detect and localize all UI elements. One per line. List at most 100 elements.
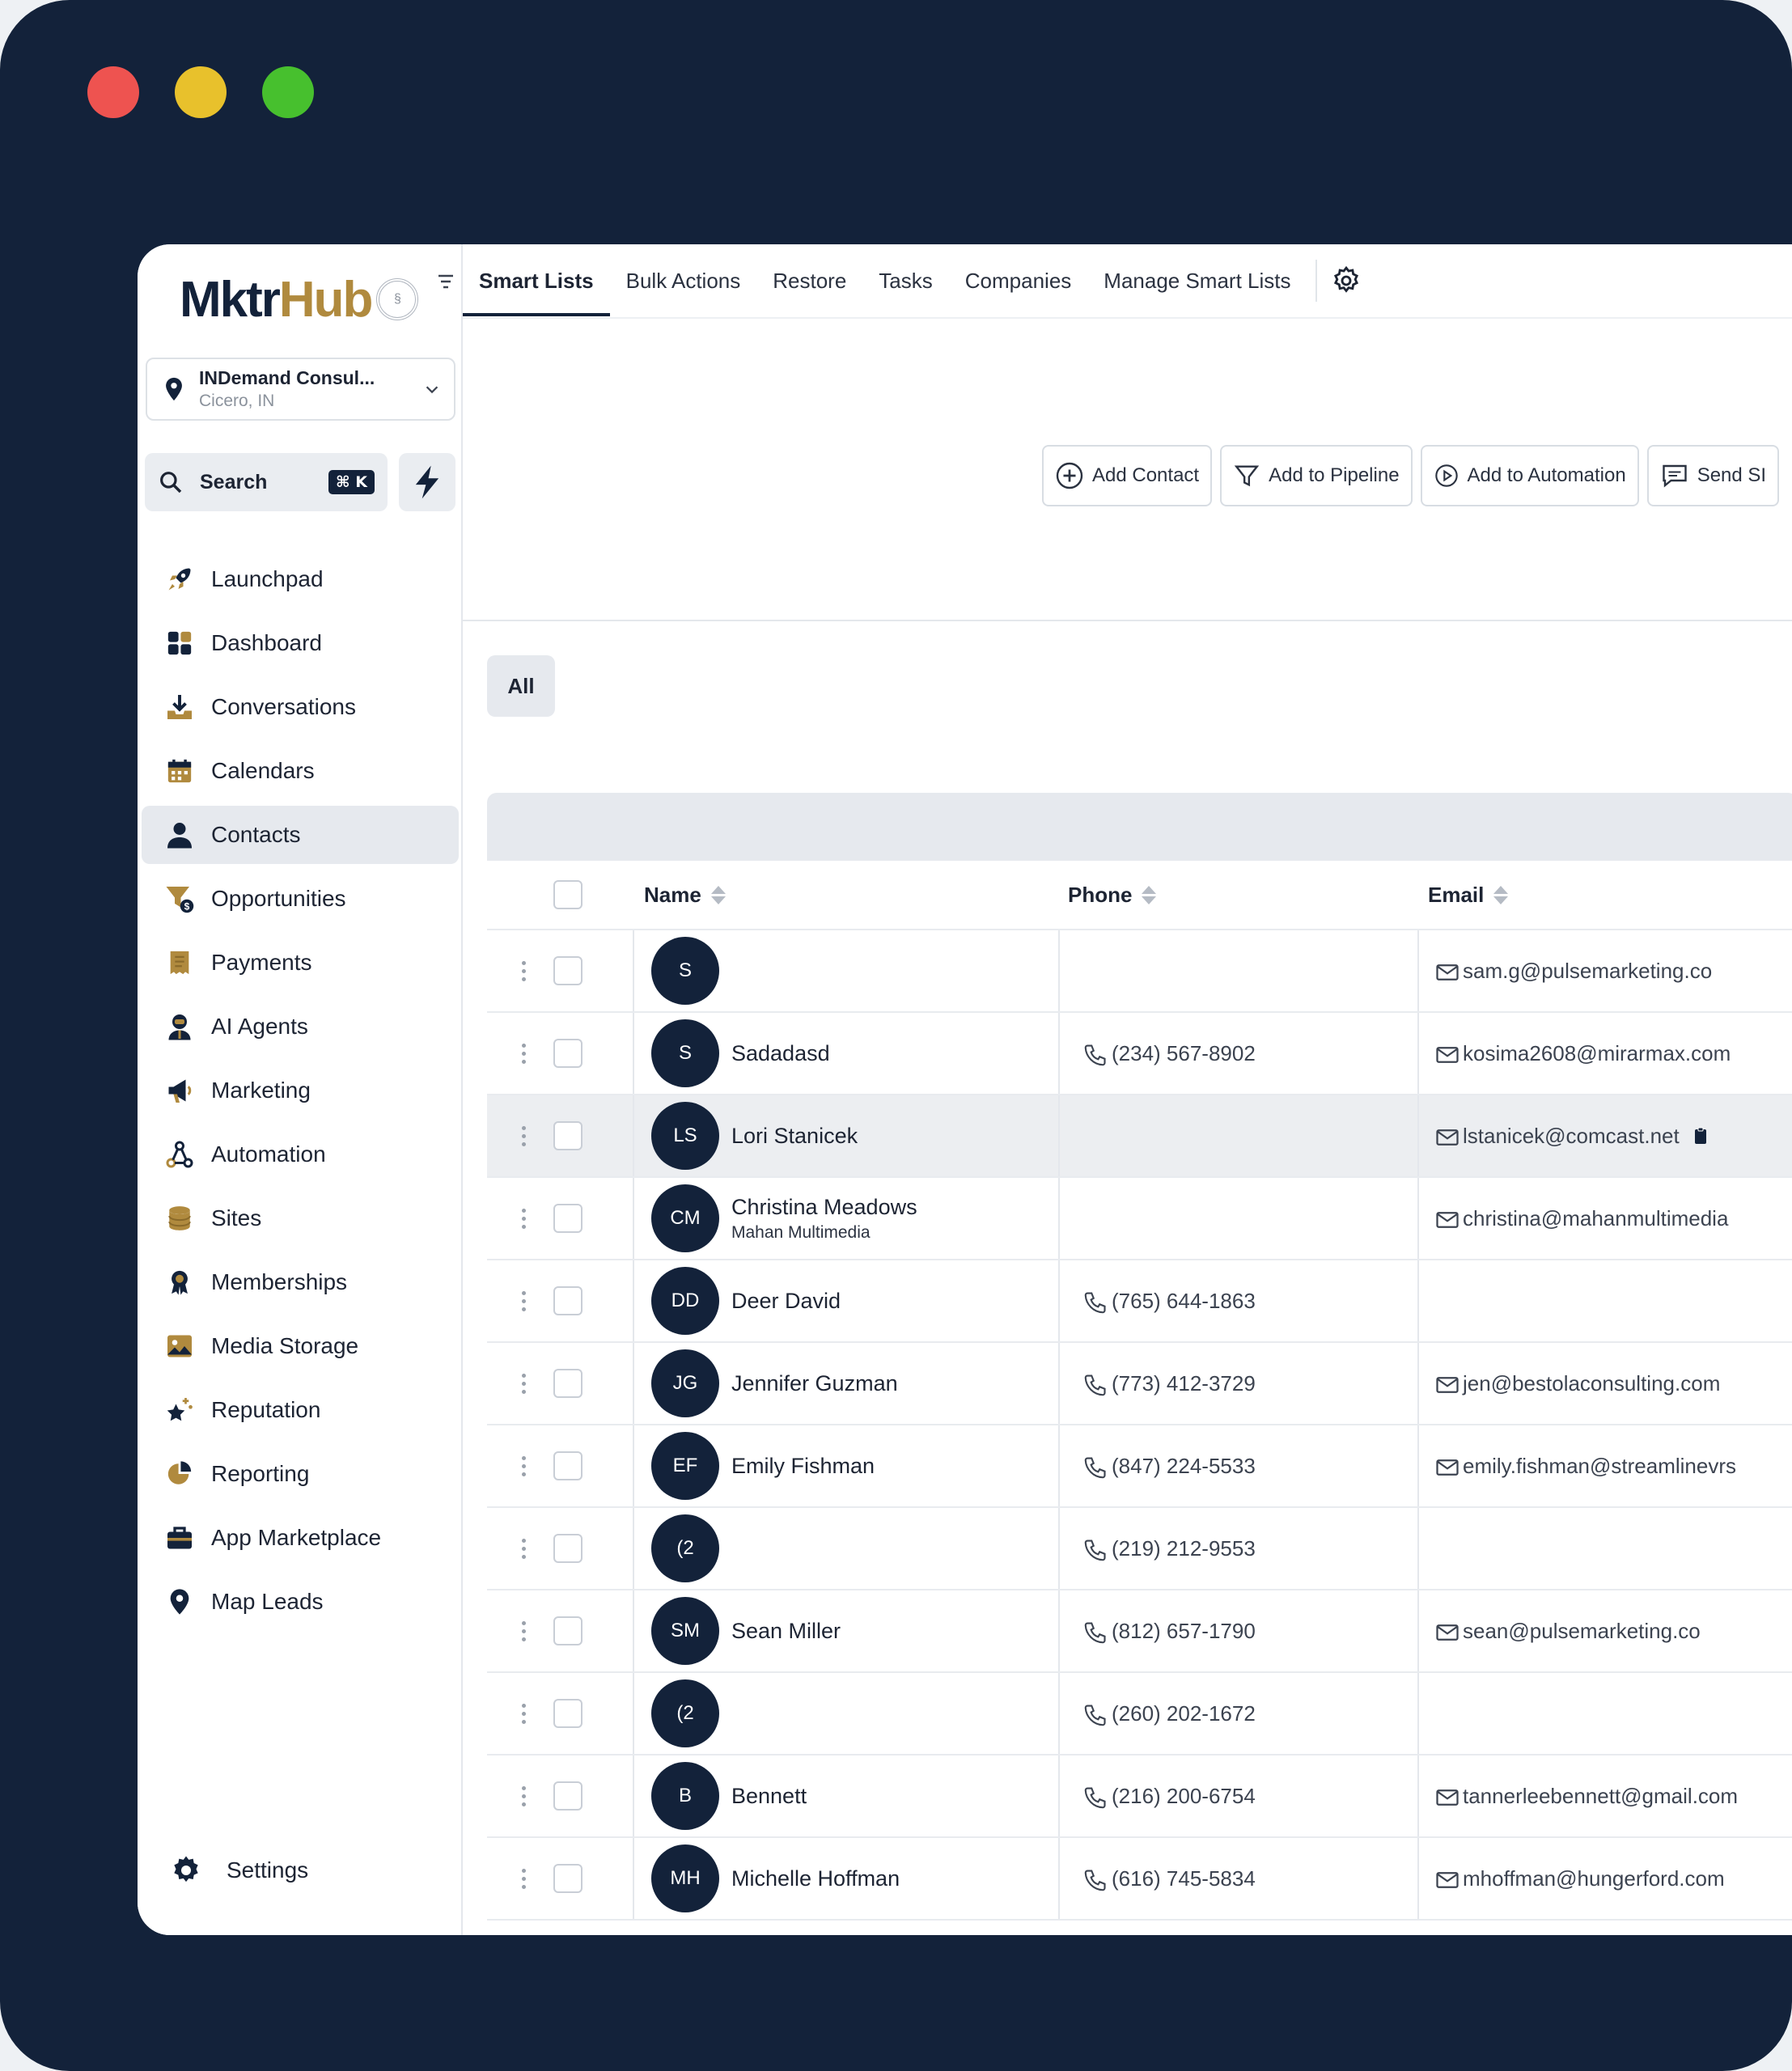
account-switcher[interactable]: INDemand Consul... Cicero, IN [146, 358, 455, 421]
table-row[interactable]: DD Deer David (765) 644-1863 [487, 1260, 1792, 1343]
row-menu-icon[interactable] [521, 1868, 526, 1889]
minimize-window-dot[interactable] [175, 66, 227, 118]
settings-gear-icon[interactable] [1330, 265, 1362, 297]
name-column-header[interactable]: Name [644, 861, 726, 929]
contact-name-link[interactable]: Lori Stanicek [731, 1124, 858, 1149]
avatar[interactable]: S [651, 937, 719, 1005]
sidebar-item-calendars[interactable]: Calendars [142, 742, 459, 800]
avatar[interactable]: DD [651, 1267, 719, 1335]
add-to-automation-button[interactable]: Add to Automation [1420, 445, 1639, 506]
contact-phone[interactable]: (219) 212-9553 [1082, 1534, 1256, 1563]
row-checkbox[interactable] [553, 1369, 583, 1398]
contact-phone[interactable]: (216) 200-6754 [1082, 1781, 1256, 1811]
contact-email[interactable]: sam.g@pulsemarketing.co [1435, 957, 1712, 985]
mktrhub-logo[interactable]: Mktr Hub § [180, 267, 419, 332]
contact-name-link[interactable]: Emily Fishman [731, 1454, 875, 1479]
row-menu-icon[interactable] [521, 1703, 526, 1724]
table-row[interactable]: Ssam.g@pulsemarketing.co [487, 930, 1792, 1013]
contact-email[interactable]: jen@bestolaconsulting.com [1435, 1370, 1720, 1397]
avatar[interactable]: MH [651, 1844, 719, 1912]
table-row[interactable]: LS Lori Stanicek lstanicek@comcast.net [487, 1095, 1792, 1178]
contact-email[interactable]: sean@pulsemarketing.co [1435, 1617, 1701, 1645]
contact-name-link[interactable]: Christina Meadows [731, 1195, 917, 1220]
contact-phone[interactable]: (616) 745-5834 [1082, 1864, 1256, 1893]
row-menu-icon[interactable] [521, 1208, 526, 1229]
send-sms-button[interactable]: Send SI [1646, 445, 1780, 506]
sidebar-item-reporting[interactable]: Reporting [142, 1445, 459, 1503]
row-checkbox[interactable] [553, 956, 583, 985]
sidebar-item-contacts[interactable]: Contacts [142, 806, 459, 864]
contact-phone[interactable]: (847) 224-5533 [1082, 1451, 1256, 1480]
contact-phone[interactable]: (773) 412-3729 [1082, 1369, 1256, 1398]
avatar[interactable]: EF [651, 1432, 719, 1500]
sidebar-item-dashboard[interactable]: Dashboard [142, 614, 459, 672]
contact-email[interactable]: tannerleebennett@gmail.com [1435, 1782, 1738, 1810]
row-checkbox[interactable] [553, 1616, 583, 1645]
sidebar-item-launchpad[interactable]: Launchpad [142, 550, 459, 608]
row-menu-icon[interactable] [521, 1290, 526, 1311]
table-row[interactable]: EF Emily Fishman (847) 224-5533 emily.fishm… [487, 1425, 1792, 1508]
close-window-dot[interactable] [87, 66, 139, 118]
contact-phone[interactable]: (234) 567-8902 [1082, 1039, 1256, 1068]
contact-phone[interactable]: (260) 202-1672 [1082, 1699, 1256, 1728]
contact-phone[interactable]: (765) 644-1863 [1082, 1286, 1256, 1315]
avatar[interactable]: S [651, 1019, 719, 1087]
row-menu-icon[interactable] [521, 1620, 526, 1641]
contact-email[interactable]: lstanicek@comcast.net [1435, 1122, 1710, 1150]
contact-email[interactable]: emily.fishman@streamlinevrs [1435, 1452, 1736, 1480]
contact-email[interactable]: kosima2608@mirarmax.com [1435, 1040, 1731, 1067]
row-checkbox[interactable] [553, 1864, 583, 1893]
smart-list-filter-all[interactable]: All [487, 655, 555, 717]
sidebar-item-opportunities[interactable]: $ Opportunities [142, 870, 459, 928]
sidebar-item-map-leads[interactable]: Map Leads [142, 1573, 459, 1631]
contact-name-link[interactable]: Sadadasd [731, 1041, 830, 1066]
contact-name-link[interactable]: Deer David [731, 1289, 841, 1314]
table-row[interactable]: JG Jennifer Guzman (773) 412-3729 jen@besto… [487, 1343, 1792, 1425]
tab-companies[interactable]: Companies [965, 244, 1072, 318]
contact-name-link[interactable]: Michelle Hoffman [731, 1866, 900, 1891]
contact-email[interactable]: mhoffman@hungerford.com [1435, 1865, 1725, 1892]
contact-email[interactable]: christina@mahanmultimedia [1435, 1205, 1728, 1232]
collapse-menu-icon[interactable] [437, 273, 455, 291]
sidebar-item-settings[interactable]: Settings [170, 1854, 308, 1887]
row-menu-icon[interactable] [521, 1043, 526, 1064]
email-column-header[interactable]: Email [1428, 861, 1509, 929]
avatar[interactable]: (2 [651, 1514, 719, 1582]
tab-manage-smart-lists[interactable]: Manage Smart Lists [1104, 244, 1290, 318]
tab-tasks[interactable]: Tasks [879, 244, 932, 318]
sidebar-item-sites[interactable]: Sites [142, 1189, 459, 1247]
quick-actions-button[interactable] [399, 453, 455, 511]
sidebar-item-conversations[interactable]: Conversations [142, 678, 459, 736]
sidebar-item-app-marketplace[interactable]: App Marketplace [142, 1509, 459, 1567]
select-all-checkbox[interactable] [553, 880, 583, 909]
row-checkbox[interactable] [553, 1781, 583, 1811]
table-row[interactable]: B Bennett (216) 200-6754 tannerleebennett@g… [487, 1755, 1792, 1838]
table-row[interactable]: SM Sean Miller (812) 657-1790 sean@pulsemar… [487, 1590, 1792, 1673]
avatar[interactable]: (2 [651, 1679, 719, 1747]
sidebar-item-marketing[interactable]: Marketing [142, 1061, 459, 1120]
row-menu-icon[interactable] [521, 1125, 526, 1146]
row-checkbox[interactable] [553, 1286, 583, 1315]
sidebar-item-payments[interactable]: Payments [142, 934, 459, 992]
search-button[interactable]: Search ⌘ K [145, 453, 388, 511]
sidebar-item-ai-agents[interactable]: AI Agents [142, 997, 459, 1056]
add-to-pipeline-button[interactable]: Add to Pipeline [1220, 445, 1413, 506]
avatar[interactable]: CM [651, 1184, 719, 1252]
maximize-window-dot[interactable] [262, 66, 314, 118]
row-checkbox[interactable] [553, 1451, 583, 1480]
row-menu-icon[interactable] [521, 1785, 526, 1806]
row-checkbox[interactable] [553, 1699, 583, 1728]
avatar[interactable]: JG [651, 1349, 719, 1417]
contact-name-link[interactable]: Jennifer Guzman [731, 1371, 898, 1396]
avatar[interactable]: B [651, 1762, 719, 1830]
contact-phone[interactable]: (812) 657-1790 [1082, 1616, 1256, 1645]
add-contact-button[interactable]: Add Contact [1042, 445, 1213, 506]
table-row[interactable]: CM Christina Meadows Mahan Multimedia chris… [487, 1178, 1792, 1260]
tab-bulk-actions[interactable]: Bulk Actions [626, 244, 741, 318]
copy-clipboard-icon[interactable] [1691, 1126, 1710, 1146]
row-checkbox[interactable] [553, 1534, 583, 1563]
sidebar-item-automation[interactable]: Automation [142, 1125, 459, 1184]
avatar[interactable]: SM [651, 1597, 719, 1665]
contact-name-link[interactable]: Bennett [731, 1784, 807, 1809]
row-menu-icon[interactable] [521, 1373, 526, 1394]
